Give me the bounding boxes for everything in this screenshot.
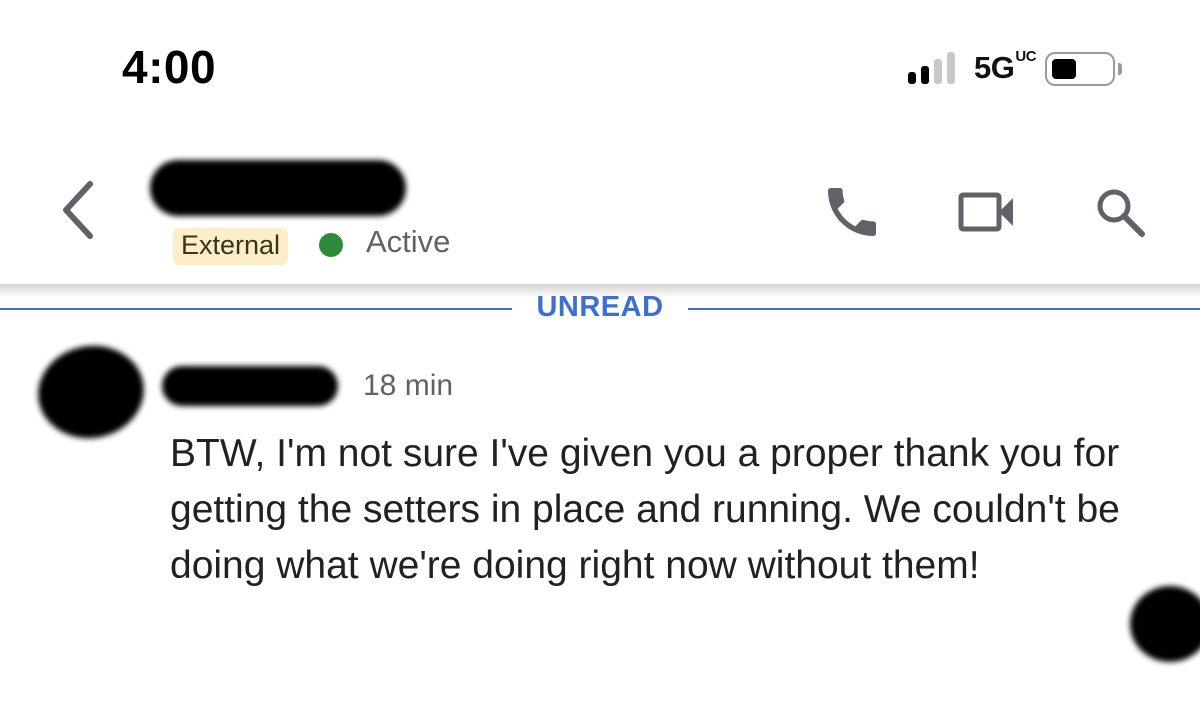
redacted-sender-name <box>162 366 338 406</box>
call-button[interactable] <box>820 180 884 244</box>
network-indicator: 5GUC <box>974 48 1037 86</box>
presence-status: Active <box>366 224 451 259</box>
message-text: BTW, I'm not sure I've given you a prope… <box>170 432 1120 587</box>
video-camera-icon <box>958 192 1013 232</box>
cellular-signal-icon <box>908 52 966 84</box>
message-timestamp: 18 min <box>363 369 454 402</box>
status-time: 4:00 <box>122 41 217 93</box>
back-button[interactable] <box>56 178 104 242</box>
video-call-button[interactable] <box>955 180 1019 244</box>
external-badge: External <box>173 228 289 265</box>
chevron-left-icon <box>63 181 93 239</box>
redacted-contact-name <box>150 160 406 216</box>
unread-divider-right <box>688 308 1200 310</box>
network-suffix: UC <box>1015 48 1037 65</box>
chat-screen: 4:00 5GUC External Active UNREAD 18 min … <box>0 0 1200 706</box>
battery-icon <box>1045 52 1115 86</box>
network-label: 5G <box>974 50 1015 85</box>
search-button[interactable] <box>1088 180 1152 244</box>
phone-icon <box>828 188 876 236</box>
redacted-avatar <box>30 337 152 447</box>
battery-tip <box>1118 63 1122 75</box>
presence-dot <box>319 233 343 257</box>
battery-level <box>1052 59 1076 79</box>
search-icon <box>1097 189 1145 237</box>
redacted-reaction <box>1130 586 1200 662</box>
